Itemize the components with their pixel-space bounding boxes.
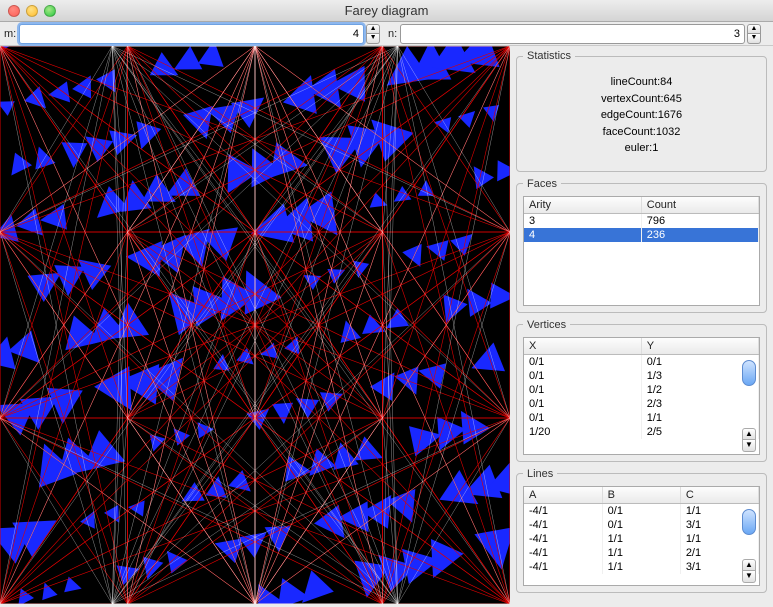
- table-row[interactable]: 0/10/1: [524, 354, 759, 369]
- vertices-col-y[interactable]: Y: [641, 338, 758, 355]
- vertices-col-x[interactable]: X: [524, 338, 641, 355]
- faces-panel: Faces Arity Count 37964236: [516, 178, 767, 313]
- lines-panel: Lines A B C -4/10/11/1-4/10/13/1-4/11/11…: [516, 468, 767, 593]
- m-step-down[interactable]: ▼: [366, 34, 380, 44]
- vertices-scroll-up[interactable]: ▲: [742, 428, 756, 440]
- m-label: m:: [4, 28, 16, 40]
- table-row[interactable]: -4/11/11/1: [524, 532, 759, 546]
- table-row[interactable]: 0/11/1: [524, 411, 759, 425]
- faces-col-arity[interactable]: Arity: [524, 197, 641, 214]
- table-row[interactable]: -4/11/12/1: [524, 546, 759, 560]
- lines-table[interactable]: A B C -4/10/11/1-4/10/13/1-4/11/11/1-4/1…: [524, 487, 759, 574]
- table-row[interactable]: -4/10/13/1: [524, 518, 759, 532]
- farey-diagram-canvas: [0, 46, 510, 604]
- table-row[interactable]: 0/11/3: [524, 369, 759, 383]
- n-step-down[interactable]: ▼: [747, 34, 761, 44]
- faces-col-count[interactable]: Count: [641, 197, 758, 214]
- vertices-legend: Vertices: [523, 319, 570, 331]
- faces-legend: Faces: [523, 178, 561, 190]
- table-row[interactable]: -4/11/13/1: [524, 560, 759, 574]
- statistics-legend: Statistics: [523, 50, 575, 62]
- table-row[interactable]: -4/10/11/1: [524, 503, 759, 518]
- table-row[interactable]: 0/11/2: [524, 383, 759, 397]
- lines-scrollbar[interactable]: [742, 509, 756, 535]
- table-row[interactable]: 0/12/3: [524, 397, 759, 411]
- stat-facecount: faceCount:1032: [523, 124, 760, 141]
- title-bar: Farey diagram: [0, 0, 773, 22]
- lines-col-a[interactable]: A: [524, 487, 602, 504]
- m-input[interactable]: [19, 24, 364, 44]
- stat-vertexcount: vertexCount:645: [523, 91, 760, 108]
- m-stepper[interactable]: ▲ ▼: [366, 24, 380, 44]
- table-row[interactable]: 3796: [524, 213, 759, 228]
- lines-scroll-up[interactable]: ▲: [742, 559, 756, 571]
- lines-col-b[interactable]: B: [602, 487, 680, 504]
- vertices-scrollbar[interactable]: [742, 360, 756, 386]
- lines-scroll-down[interactable]: ▼: [742, 571, 756, 583]
- stat-edgecount: edgeCount:1676: [523, 107, 760, 124]
- n-input[interactable]: [400, 24, 745, 44]
- stat-linecount: lineCount:84: [523, 74, 760, 91]
- parameter-toolbar: m: ▲ ▼ n: ▲ ▼: [0, 22, 773, 46]
- statistics-panel: Statistics lineCount:84 vertexCount:645 …: [516, 50, 767, 172]
- n-label: n:: [388, 28, 397, 40]
- table-row[interactable]: 4236: [524, 228, 759, 242]
- n-step-up[interactable]: ▲: [747, 24, 761, 34]
- vertices-panel: Vertices X Y 0/10/10/11/30/11/20/12/30/1…: [516, 319, 767, 462]
- n-stepper[interactable]: ▲ ▼: [747, 24, 761, 44]
- table-row[interactable]: 1/202/5: [524, 425, 759, 439]
- vertices-table[interactable]: X Y 0/10/10/11/30/11/20/12/30/11/11/202/…: [524, 338, 759, 439]
- stat-euler: euler:1: [523, 140, 760, 157]
- lines-col-c[interactable]: C: [680, 487, 758, 504]
- faces-table[interactable]: Arity Count 37964236: [524, 197, 759, 242]
- m-step-up[interactable]: ▲: [366, 24, 380, 34]
- vertices-scroll-down[interactable]: ▼: [742, 440, 756, 452]
- window-title: Farey diagram: [0, 3, 773, 18]
- lines-legend: Lines: [523, 468, 557, 480]
